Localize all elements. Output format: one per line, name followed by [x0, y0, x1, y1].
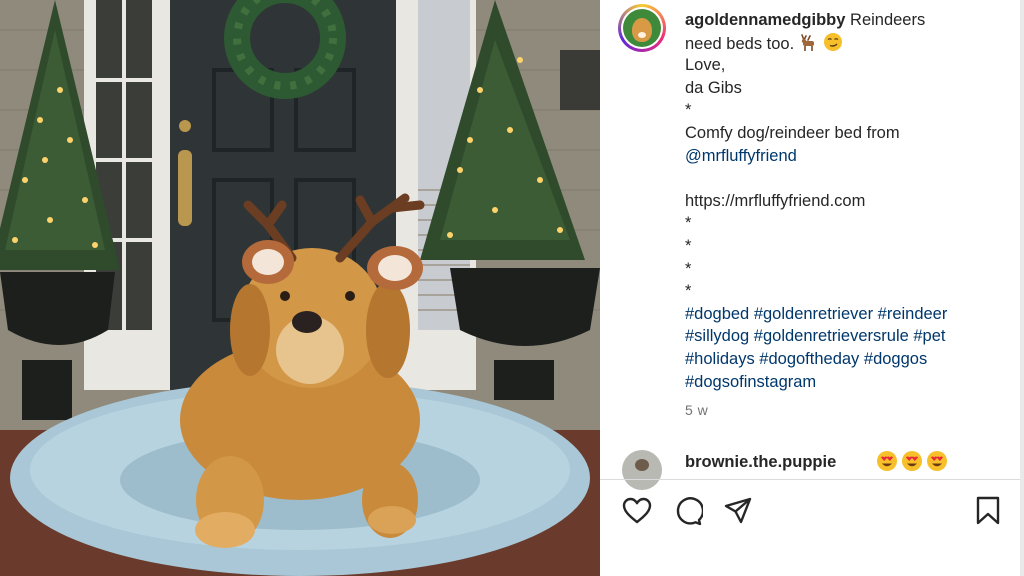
post-actions-bar	[600, 495, 1020, 529]
caption-star: *	[685, 236, 692, 255]
post-photo[interactable]	[0, 0, 600, 576]
post-timestamp[interactable]: 5 w	[685, 402, 708, 418]
post-details-panel: agoldennamedgibby Reindeers need beds to…	[600, 0, 1024, 576]
avatar-image	[623, 9, 661, 47]
share-icon	[724, 497, 752, 524]
comment-icon	[676, 497, 703, 526]
comment-item: brownie.the.puppie	[622, 449, 1022, 490]
mention-link[interactable]: @mrfluffyfriend	[685, 147, 797, 165]
commenter-username[interactable]: brownie.the.puppie	[685, 453, 836, 472]
heart-icon	[622, 497, 652, 524]
hashtag-line[interactable]: #holidays #dogoftheday #doggos	[685, 348, 1005, 371]
heart-eyes-emoji-icon	[877, 451, 897, 471]
heart-eyes-emoji-icon	[927, 451, 947, 471]
bookmark-icon	[976, 496, 1000, 525]
deer-emoji-icon	[800, 33, 814, 51]
commenter-avatar[interactable]	[622, 450, 662, 490]
caption-mention-line: @mrfluffyfriend	[685, 145, 1005, 168]
caption-line-1: agoldennamedgibby Reindeers	[685, 9, 1005, 32]
caption-first-text: Reindeers	[845, 11, 926, 29]
comment-text	[876, 450, 948, 472]
heart-eyes-emoji-icon	[902, 451, 922, 471]
caption-url: https://mrfluffyfriend.com	[685, 191, 866, 210]
caption-star: *	[685, 282, 692, 301]
author-username[interactable]: agoldennamedgibby	[685, 11, 845, 29]
share-button[interactable]	[722, 495, 754, 527]
caption-star: *	[685, 101, 692, 120]
caption-signature: da Gibs	[685, 78, 742, 97]
like-button[interactable]	[621, 495, 653, 527]
hashtag-line[interactable]: #dogsofinstagram	[685, 371, 1005, 394]
caption-star: *	[685, 214, 692, 233]
caption-line-2: need beds too.	[685, 32, 1005, 55]
caption-love: Love,	[685, 56, 726, 75]
smirk-emoji-icon	[824, 32, 843, 51]
avatar-ring	[621, 7, 663, 49]
save-button[interactable]	[972, 495, 1004, 527]
caption-second-text: need beds too.	[685, 34, 795, 53]
caption-bed-credit: Comfy dog/reindeer bed from	[685, 123, 900, 142]
post-caption: agoldennamedgibby Reindeers need beds to…	[685, 9, 1005, 393]
actions-divider	[600, 479, 1020, 480]
caption-star: *	[685, 259, 692, 278]
comment-button[interactable]	[672, 495, 704, 527]
panel-scrollbar-track	[1020, 0, 1024, 576]
author-avatar[interactable]	[618, 4, 666, 52]
golden-retriever-photo	[0, 0, 600, 576]
hashtag-line[interactable]: #dogbed #goldenretriever #reindeer	[685, 303, 1005, 326]
hashtag-line[interactable]: #sillydog #goldenretrieversrule #pet	[685, 325, 1005, 348]
